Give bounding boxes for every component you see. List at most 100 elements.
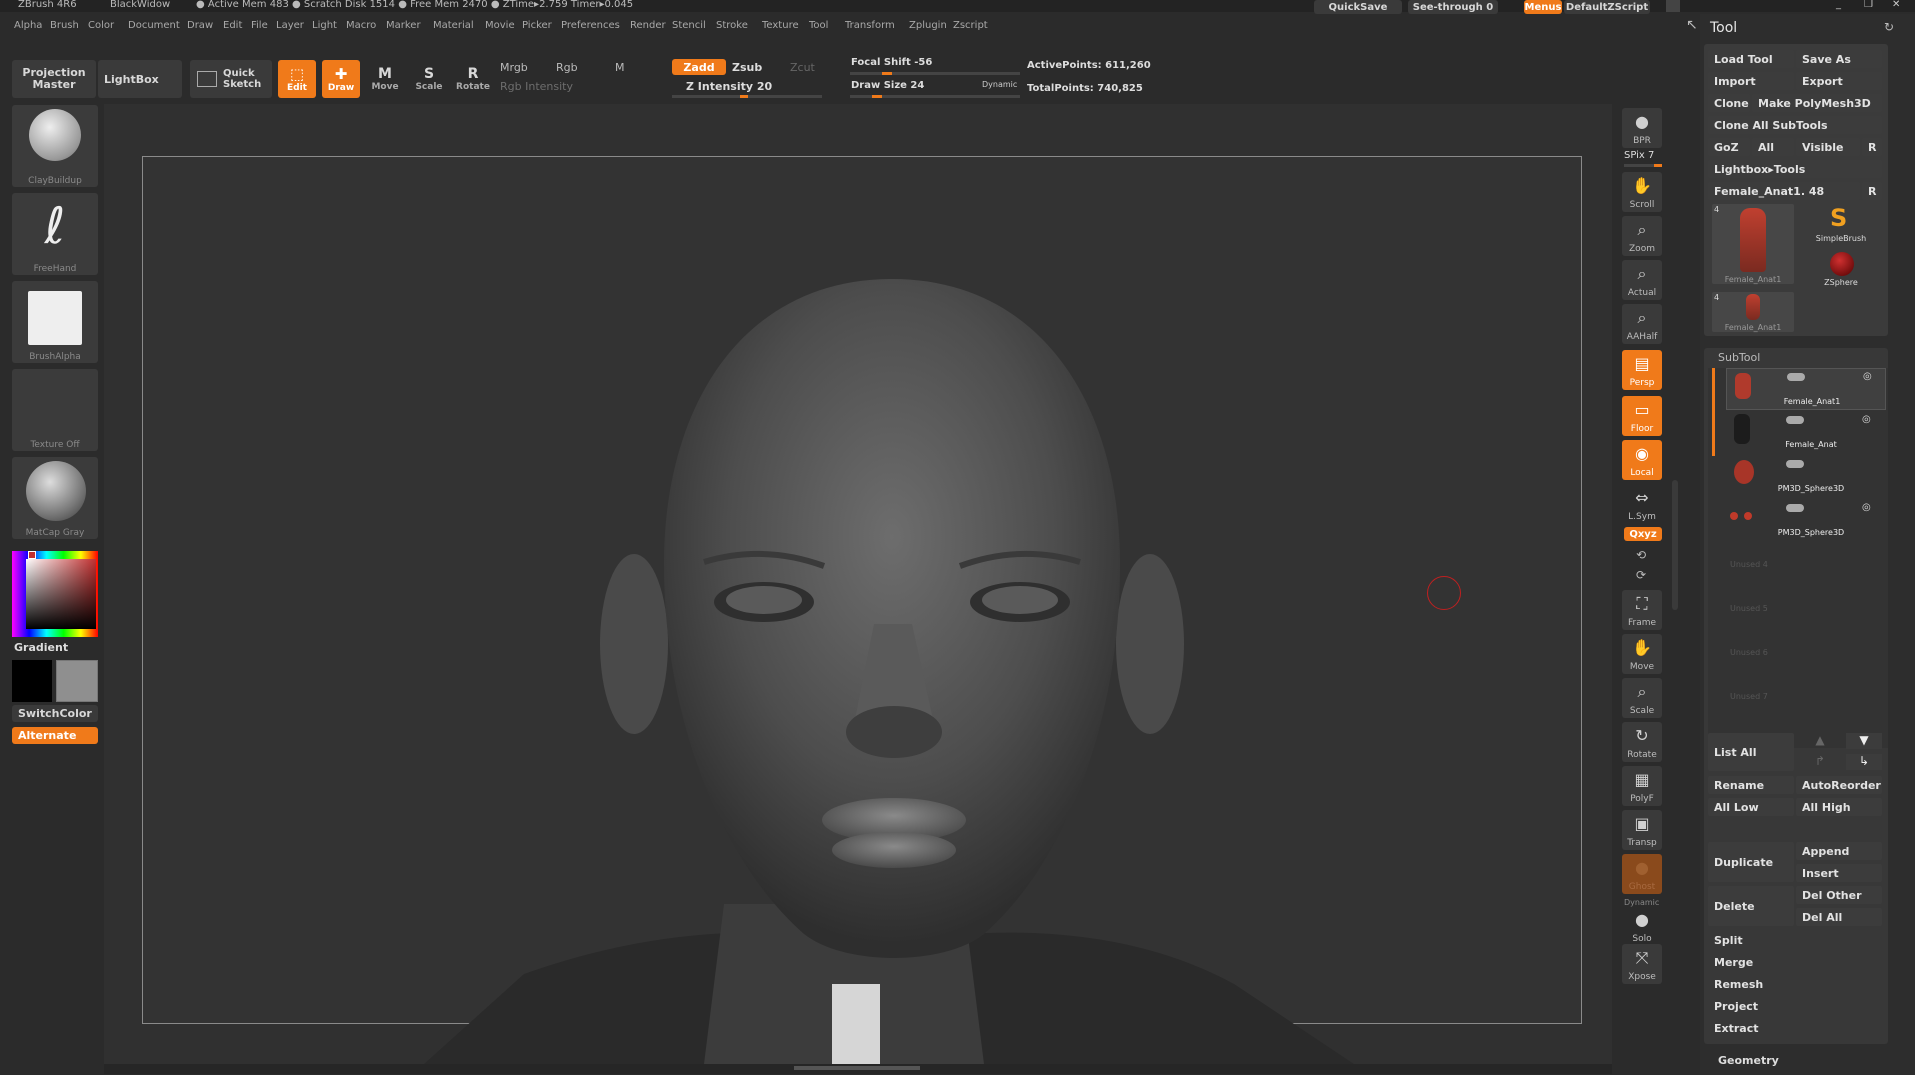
menu-file[interactable]: File [251,20,268,31]
menu-tool[interactable]: Tool [809,20,828,31]
menus-toggle[interactable]: Menus [1524,0,1562,14]
z-intensity-handle[interactable] [740,95,748,98]
eye-icon[interactable]: ◎ [1862,414,1871,425]
minimize-icon[interactable]: _ [1836,0,1850,10]
draw-size-handle[interactable] [872,95,882,98]
remesh-button[interactable]: Remesh [1708,975,1882,993]
brush-slot[interactable]: ClayBuildup [12,105,98,187]
polyf-button[interactable]: ▦ PolyF [1622,766,1662,806]
menu-draw[interactable]: Draw [187,20,213,31]
canvas-scroll-handle[interactable] [794,1066,920,1070]
menu-color[interactable]: Color [88,20,114,31]
subtool-header[interactable]: SubTool [1718,351,1760,364]
subtool-toggle-icon[interactable] [1786,416,1804,424]
project-button[interactable]: Project [1708,997,1882,1015]
clone-all-subtools-button[interactable]: Clone All SubTools [1708,116,1882,134]
import-button[interactable]: Import [1708,72,1794,90]
subtool-toggle-icon[interactable] [1787,373,1805,381]
local-button[interactable]: ◉ Local [1622,440,1662,480]
secondary-color-swatch[interactable] [56,660,98,702]
eye-icon[interactable]: ◎ [1862,502,1871,513]
make-polymesh-button[interactable]: Make PolyMesh3D [1752,94,1882,112]
canvas-document[interactable] [104,104,1612,1064]
quicksave-button[interactable]: QuickSave [1314,0,1402,14]
persp-button[interactable]: ▤ Persp [1622,350,1662,390]
menu-document[interactable]: Document [128,20,180,31]
rename-button[interactable]: Rename [1708,776,1794,794]
mrgb-toggle[interactable]: Mrgb [500,61,528,74]
eye-icon[interactable]: ◎ [1863,371,1872,382]
tool-thumb-female-small[interactable]: 4 Female_Anat1 [1712,292,1794,332]
spix-slider[interactable]: SPix 7 [1624,150,1654,161]
rotate-y-icon[interactable]: ⟲ [1636,548,1650,562]
subtool-row[interactable]: ◎ Female_Anat1 [1726,368,1886,410]
switch-color-button[interactable]: SwitchColor [12,705,98,722]
arrow-out-icon[interactable]: ↳ [1846,754,1882,770]
actual-button[interactable]: ⌕ Actual [1622,260,1662,300]
menu-movie[interactable]: Movie [485,20,515,31]
projection-master-button[interactable]: Projection Master [12,60,96,98]
ghost-button[interactable]: ● Ghost [1622,854,1662,894]
move-mode-button[interactable]: M Move [366,60,404,98]
menu-picker[interactable]: Picker [522,20,552,31]
lock-icon[interactable] [1666,0,1680,12]
refresh-icon[interactable]: ↻ [1884,20,1894,34]
head-model[interactable] [104,104,1612,1064]
tool-thumb-female[interactable]: 4 Female_Anat1 [1712,204,1794,284]
export-button[interactable]: Export [1796,72,1882,90]
merge-button[interactable]: Merge [1708,953,1882,971]
del-all-button[interactable]: Del All [1796,908,1882,926]
color-hue-marker[interactable] [28,551,36,559]
list-all-button[interactable]: List All [1708,733,1794,771]
goz-visible-button[interactable]: Visible [1796,138,1860,156]
arrow-down-icon[interactable]: ▼ [1846,733,1882,749]
zsub-toggle[interactable]: Zsub [732,61,762,74]
lightbox-tools-button[interactable]: Lightbox▸Tools [1708,160,1882,178]
z-intensity-slider[interactable]: Z Intensity 20 [686,80,772,93]
menu-brush[interactable]: Brush [50,20,79,31]
delete-button[interactable]: Delete [1708,886,1794,926]
goz-r-button[interactable]: R [1862,138,1882,156]
menu-stencil[interactable]: Stencil [672,20,706,31]
main-color-swatch[interactable] [12,660,52,702]
menu-layer[interactable]: Layer [276,20,304,31]
arrow-in-icon[interactable]: ↱ [1808,754,1832,770]
subtool-row[interactable]: PM3D_Sphere3D [1726,456,1884,496]
goz-all-button[interactable]: All [1752,138,1794,156]
zadd-toggle[interactable]: Zadd [672,59,726,75]
tool-thumb-zsphere[interactable]: ZSphere [1800,248,1882,288]
focal-shift-handle[interactable] [882,72,892,75]
menu-transform[interactable]: Transform [845,20,895,31]
aahalf-button[interactable]: ⌕ AAHalf [1622,304,1662,344]
pin-icon[interactable]: ↖ [1686,17,1700,33]
edit-mode-button[interactable]: ⬚ Edit [278,60,316,98]
del-other-button[interactable]: Del Other [1796,886,1882,904]
all-low-button[interactable]: All Low [1708,798,1794,816]
all-high-button[interactable]: All High [1796,798,1882,816]
subtool-toggle-icon[interactable] [1786,504,1804,512]
rgb-toggle[interactable]: Rgb [556,61,578,74]
script-button[interactable]: DefaultZScript [1564,0,1650,14]
bpr-button[interactable]: ● BPR [1622,108,1662,148]
subtool-row[interactable]: ◎ Female_Anat [1726,412,1884,452]
stroke-slot[interactable]: ℓ FreeHand [12,193,98,275]
draw-size-slider[interactable]: Draw Size 24 [851,80,924,91]
load-tool-button[interactable]: Load Tool [1708,50,1794,68]
dynamic-toggle[interactable]: Dynamic [982,80,1017,89]
texture-slot[interactable]: Texture Off [12,369,98,451]
menu-light[interactable]: Light [312,20,337,31]
material-slot[interactable]: MatCap Gray [12,457,98,539]
maximize-icon[interactable]: ❐ [1864,0,1878,10]
xyz-button[interactable]: Qxyz [1624,527,1662,541]
menu-zplugin[interactable]: Zplugin [909,20,947,31]
subtool-toggle-icon[interactable] [1786,460,1804,468]
tool-thumb-simplebrush[interactable]: S SimpleBrush [1800,204,1882,244]
menu-stroke[interactable]: Stroke [716,20,748,31]
rotate-view-button[interactable]: ↻ Rotate [1622,722,1662,762]
xpose-button[interactable]: ⤧ Xpose [1622,944,1662,984]
scroll-button[interactable]: ✋ Scroll [1622,172,1662,212]
rotate-z-icon[interactable]: ⟳ [1636,568,1650,582]
menu-alpha[interactable]: Alpha [14,20,42,31]
menu-zscript[interactable]: Zscript [953,20,988,31]
menu-material[interactable]: Material [433,20,474,31]
